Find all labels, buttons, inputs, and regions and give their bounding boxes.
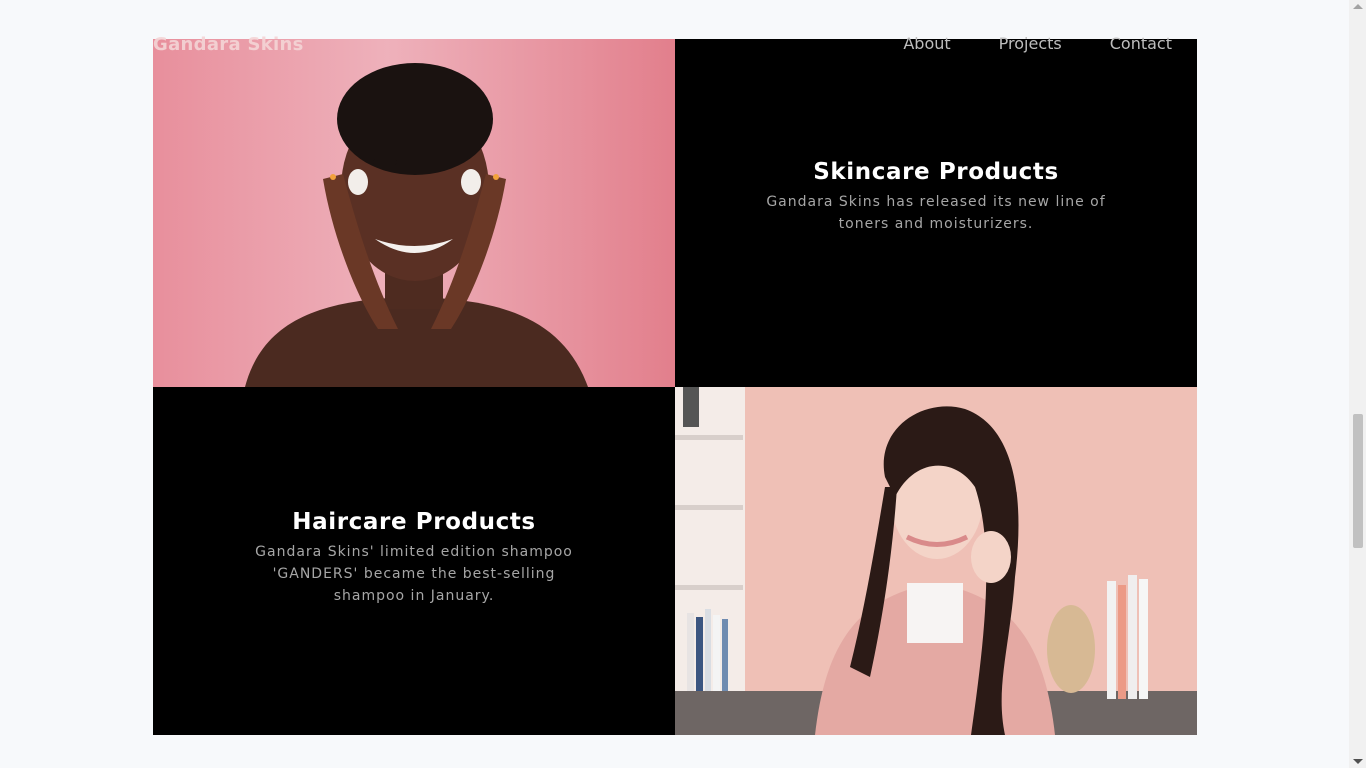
skincare-text: Skincare Products Gandara Skins has rele… <box>675 159 1197 235</box>
skincare-photo-cell <box>153 39 675 387</box>
haircare-description: Gandara Skins' limited edition shampoo '… <box>255 544 573 604</box>
skincare-model-photo <box>153 39 675 387</box>
scrollbar-thumb[interactable] <box>1353 414 1363 548</box>
nav-projects[interactable]: Projects <box>999 34 1062 53</box>
scroll-down-arrow-icon[interactable] <box>1353 759 1363 764</box>
haircare-text: Haircare Products Gandara Skins' limited… <box>153 509 675 607</box>
skincare-title: Skincare Products <box>813 159 1059 185</box>
haircare-model-photo <box>675 387 1197 735</box>
haircare-title: Haircare Products <box>292 509 536 535</box>
skincare-panel: Skincare Products Gandara Skins has rele… <box>675 39 1197 387</box>
haircare-panel: Haircare Products Gandara Skins' limited… <box>153 387 675 735</box>
skincare-description: Gandara Skins has released its new line … <box>766 194 1106 232</box>
vertical-scrollbar[interactable] <box>1349 0 1366 768</box>
nav-about[interactable]: About <box>903 34 950 53</box>
top-navigation: About Projects Contact <box>855 34 1172 53</box>
nav-contact[interactable]: Contact <box>1110 34 1172 53</box>
scroll-up-arrow-icon[interactable] <box>1353 4 1363 9</box>
haircare-photo-cell <box>675 387 1197 735</box>
brand-logo-text[interactable]: Gandara Skins <box>153 34 304 55</box>
product-grid: Skincare Products Gandara Skins has rele… <box>153 39 1197 735</box>
